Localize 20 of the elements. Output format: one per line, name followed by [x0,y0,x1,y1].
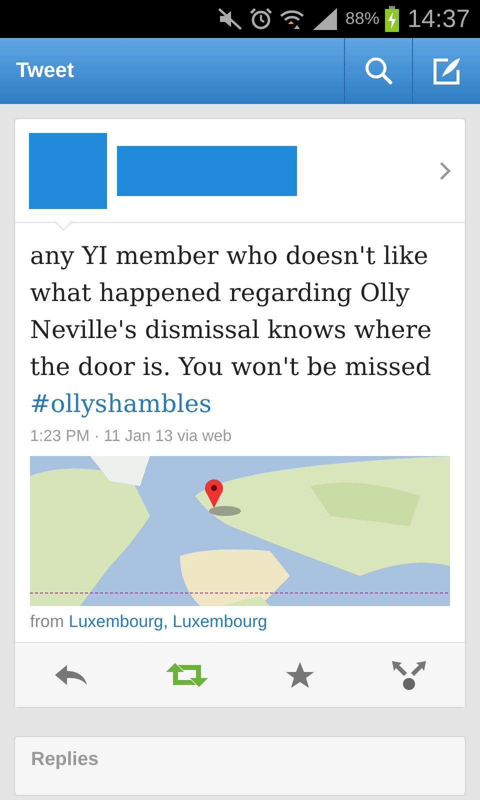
timestamp: 1:23 PM · 11 Jan 13 via web [30,428,233,446]
reply-arrow-icon [53,663,89,687]
mute-icon [217,7,244,31]
alarm-icon [249,7,274,31]
signal-icon [311,7,340,31]
location-link[interactable]: Luxembourg, Luxembourg [68,612,268,631]
replies-heading: Replies [31,749,99,770]
battery-percent: 88% [345,9,380,29]
search-icon [364,56,394,86]
retweet-icon [165,661,209,689]
star-icon [285,661,315,689]
screen-title: Tweet [15,59,75,83]
clock: 14:37 [407,4,470,34]
tweet-text: any YI member who doesn't like what happened regarding Olly Neville's dismissal knows where the door is. You won't be missed #ollyshambles [30,240,433,420]
compose-icon [432,56,462,86]
hashtag-link[interactable]: #ollyshambles [30,389,212,418]
location-text: from Luxembourg, Luxembourg [30,612,268,632]
battery-charging-icon [385,6,400,32]
share-icon [391,659,427,691]
chevron-icon[interactable] [439,160,451,180]
